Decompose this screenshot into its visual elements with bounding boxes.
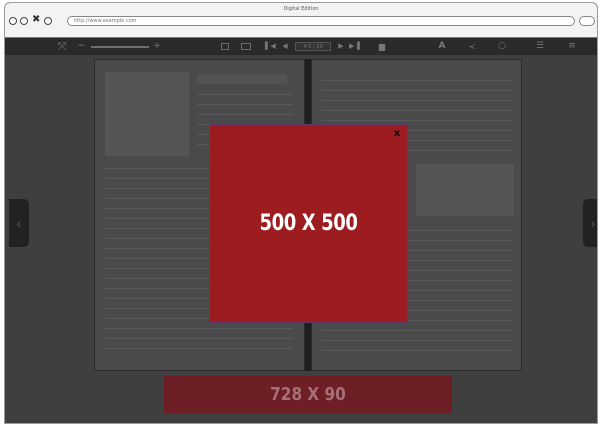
search-icon[interactable]: ○ [497,40,507,53]
fullscreen-icon[interactable]: ⤧ [55,40,69,53]
reload-icon[interactable] [44,17,52,25]
text-line [105,328,293,329]
prev-page-icon[interactable]: ◀ [281,40,289,53]
banner-ad-label: 728 X 90 [270,384,346,405]
print-icon[interactable]: ▆ [377,40,387,53]
text-line [322,330,512,331]
stop-icon[interactable]: ✖ [32,14,40,26]
text-line [197,94,293,95]
reader-toolbar: ⤧ − + ▌◀ ◀ 4-5 / 20 ▶ ▶▐ ▆ A ≺ ○ ☰ ≡ [5,38,597,55]
menu-icon[interactable]: ≡ [567,40,577,53]
left-page-heading-block [197,74,287,84]
left-page-image-block [105,72,189,156]
page-number-field[interactable]: 4-5 / 20 [295,42,331,51]
address-bar[interactable]: http://www.example.com [67,16,575,26]
share-icon[interactable]: ≺ [467,40,477,53]
browser-search-field[interactable] [579,16,595,26]
url-text: http://www.example.com [74,18,137,24]
banner-ad[interactable]: 728 X 90 [164,376,452,413]
first-page-icon[interactable]: ▌◀ [265,40,276,53]
thumbnails-icon[interactable]: ☰ [535,40,545,53]
zoom-out-button[interactable]: − [75,40,87,53]
text-line [105,348,293,349]
zoom-slider[interactable] [91,46,149,48]
right-page-image-block [416,164,514,216]
back-button-icon[interactable] [9,17,17,25]
zoom-in-button[interactable]: + [151,40,163,53]
next-page-icon[interactable]: ▶ [337,40,345,53]
title-bar: Digital Edition ✖ http://www.example.com [5,3,597,38]
single-page-icon[interactable] [221,43,229,50]
next-page-arrow[interactable]: › [583,199,597,247]
text-line [197,104,293,105]
last-page-icon[interactable]: ▶▐ [349,40,360,53]
text-line [197,114,293,115]
forward-button-icon[interactable] [20,17,28,25]
text-line [322,340,512,341]
text-line [322,100,512,101]
text-icon[interactable]: A [437,40,447,53]
close-ad-button[interactable]: x [390,127,404,141]
previous-page-arrow[interactable]: ‹ [9,199,29,247]
text-line [322,350,512,351]
window-title: Digital Edition [283,6,319,12]
text-line [322,80,512,81]
text-line [322,120,512,121]
text-line [322,90,512,91]
popup-ad-label: 500 X 500 [259,211,358,236]
popup-ad[interactable]: x 500 X 500 [209,124,408,323]
text-line [322,110,512,111]
double-page-icon[interactable] [241,43,251,50]
text-line [105,338,293,339]
